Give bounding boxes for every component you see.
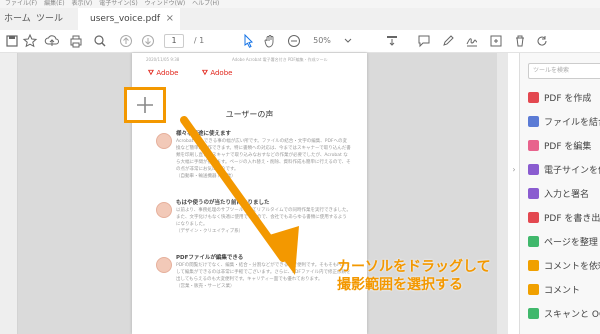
zoom-search-icon[interactable] (92, 33, 108, 49)
tool-item-label: コメント (544, 286, 581, 296)
page-title: ユーザーの声 (225, 110, 274, 119)
tool-icon (528, 140, 539, 151)
tool-item[interactable]: ページを整理 (528, 235, 598, 251)
chevron-down-icon[interactable] (340, 33, 356, 49)
tool-icon (528, 116, 539, 127)
testimonial-heading: もはや使うのが当たり前になりました (176, 200, 270, 206)
tool-icon (528, 260, 539, 271)
page-header-title: Adobe Acrobat 電子署名付き PDF編集・作成ツール (232, 57, 328, 62)
tool-icon (528, 188, 539, 199)
page-down-icon[interactable] (140, 33, 156, 49)
left-rail (0, 53, 18, 334)
avatar (156, 257, 172, 273)
star-icon[interactable] (22, 33, 38, 49)
rotate-icon[interactable] (534, 33, 550, 49)
page-fit-icon[interactable] (384, 33, 400, 49)
menu-bar: ファイル(F) 編集(E) 表示(V) 電子サイン(S) ウィンドウ(W) ヘル… (0, 0, 600, 8)
tool-item[interactable]: コメント (528, 283, 580, 299)
testimonial-text: Acrobat は、できる事の幅が広い所です。ファイルの結合・文字の編集、PDF… (176, 139, 351, 172)
close-tab-icon[interactable]: × (166, 8, 174, 30)
collapse-panel-icon[interactable]: › (509, 160, 519, 180)
tab-bar: ホーム ツール users_voice.pdf × (0, 8, 600, 31)
menu-file[interactable]: ファイル(F) (5, 0, 37, 7)
tool-icon (528, 308, 539, 319)
tab-document-label: users_voice.pdf (90, 14, 161, 24)
menu-view[interactable]: 表示(V) (71, 0, 92, 7)
testimonial-heading: PDFファイルが編集できる (176, 255, 244, 261)
pdf-page[interactable]: 2020/11/05 9:38 Adobe Acrobat 電子署名付き PDF… (132, 53, 367, 334)
menu-window[interactable]: ウィンドウ(W) (145, 0, 186, 7)
save-icon[interactable] (4, 33, 20, 49)
toolbar: 1 / 1 50% (0, 30, 600, 53)
tool-item-label: ページを整理 (544, 238, 598, 248)
tool-icon (528, 92, 539, 103)
testimonial-signature: （自動車・輸送機器 / 35歳） (176, 174, 236, 179)
tool-icon (528, 164, 539, 175)
comment-icon[interactable] (416, 33, 432, 49)
testimonial-body: 以前より、事務処理のサブツールとしてリアルタイムでの同時作業を実行できました。ま… (176, 207, 351, 235)
tool-item-label: 電子サインを依頼 (544, 166, 600, 176)
adobe-logo: ⛛ Adobe (148, 69, 179, 77)
tab-home[interactable]: ホーム (4, 8, 31, 30)
tool-item[interactable]: スキャンと OCR (528, 307, 600, 323)
tool-item[interactable]: 入力と署名 (528, 187, 589, 203)
tool-item-label: コメントを依頼 (544, 262, 600, 272)
tool-item[interactable]: PDF を作成 (528, 91, 591, 107)
zoom-level[interactable]: 50% (306, 33, 338, 49)
selection-start-box (124, 87, 166, 123)
page-up-icon[interactable] (118, 33, 134, 49)
menu-sign[interactable]: 電子サイン(S) (99, 0, 138, 7)
tool-item-label: PDF を作成 (544, 94, 592, 104)
tool-panel: ツールを検索 PDF を作成ファイルを結合 PDF を編集電子サインを依頼入力と署… (519, 53, 600, 334)
testimonial-text: PDFの閲覧だけでなく、編集・結合・分割などができるので便利です。そもそもPDF… (176, 263, 351, 282)
tool-item[interactable]: PDF を書き出し (528, 211, 600, 227)
testimonial-text: 以前より、事務処理のサブツールとしてリアルタイムでの同時作業を実行できました。ま… (176, 208, 351, 227)
adobe-logo: ⛛ Adobe (202, 69, 233, 77)
avatar (156, 202, 172, 218)
print-icon[interactable] (68, 33, 84, 49)
tool-item[interactable]: 電子サインを依頼 (528, 163, 600, 179)
testimonial-body: Acrobat は、できる事の幅が広い所です。ファイルの結合・文字の編集、PDF… (176, 138, 351, 180)
vertical-scrollbar[interactable] (497, 53, 508, 334)
adobe-logo-text: Adobe (210, 69, 233, 77)
crosshair-cursor-icon (137, 97, 153, 113)
tool-item-label: PDF を編集 (544, 142, 592, 152)
instruction-line-1: カーソルをドラッグして (337, 259, 491, 275)
zoom-out-icon[interactable] (286, 33, 302, 49)
tool-item-label: スキャンと OCR (544, 310, 600, 320)
tab-tools[interactable]: ツール (36, 8, 63, 30)
tool-icon (528, 212, 539, 223)
select-cursor-icon[interactable] (240, 33, 256, 49)
tool-item[interactable]: コメントを依頼 (528, 259, 600, 275)
avatar (156, 133, 172, 149)
menu-help[interactable]: ヘルプ(H) (192, 0, 219, 7)
instruction-line-2: 撮影範囲を選択する (337, 277, 463, 293)
sign-icon[interactable] (464, 33, 480, 49)
page-total: / 1 (193, 36, 205, 45)
tool-icon (528, 236, 539, 247)
hand-icon[interactable] (262, 33, 278, 49)
adobe-logo-text: Adobe (156, 69, 179, 77)
tool-icon (528, 284, 539, 295)
pen-icon[interactable] (440, 33, 456, 49)
upload-cloud-icon[interactable] (44, 33, 60, 49)
tool-search-input[interactable]: ツールを検索 (528, 63, 600, 79)
tab-document[interactable]: users_voice.pdf × (78, 8, 180, 30)
share-icon[interactable] (488, 33, 504, 49)
menu-edit[interactable]: 編集(E) (44, 0, 64, 7)
tool-item-label: ファイルを結合 (544, 118, 600, 128)
tool-item-label: PDF を書き出し (544, 214, 600, 224)
tool-item[interactable]: PDF を編集 (528, 139, 591, 155)
testimonial-signature: （営業・販売・サービス業） (176, 284, 235, 289)
page-number-input[interactable]: 1 (164, 34, 184, 48)
page-header-date: 2020/11/05 9:38 (146, 57, 180, 62)
tool-item[interactable]: ファイルを結合 (528, 115, 600, 131)
testimonial-signature: （デザイン・クリエイティブ系） (176, 229, 244, 234)
tool-item-label: 入力と署名 (544, 190, 590, 200)
testimonial-body: PDFの閲覧だけでなく、編集・結合・分割などができるので便利です。そもそもPDF… (176, 262, 351, 290)
testimonial-heading: 様々な用途に使えます (176, 131, 232, 137)
trash-icon[interactable] (512, 33, 528, 49)
instruction-callout: カーソルをドラッグして 撮影範囲を選択する (337, 258, 491, 294)
